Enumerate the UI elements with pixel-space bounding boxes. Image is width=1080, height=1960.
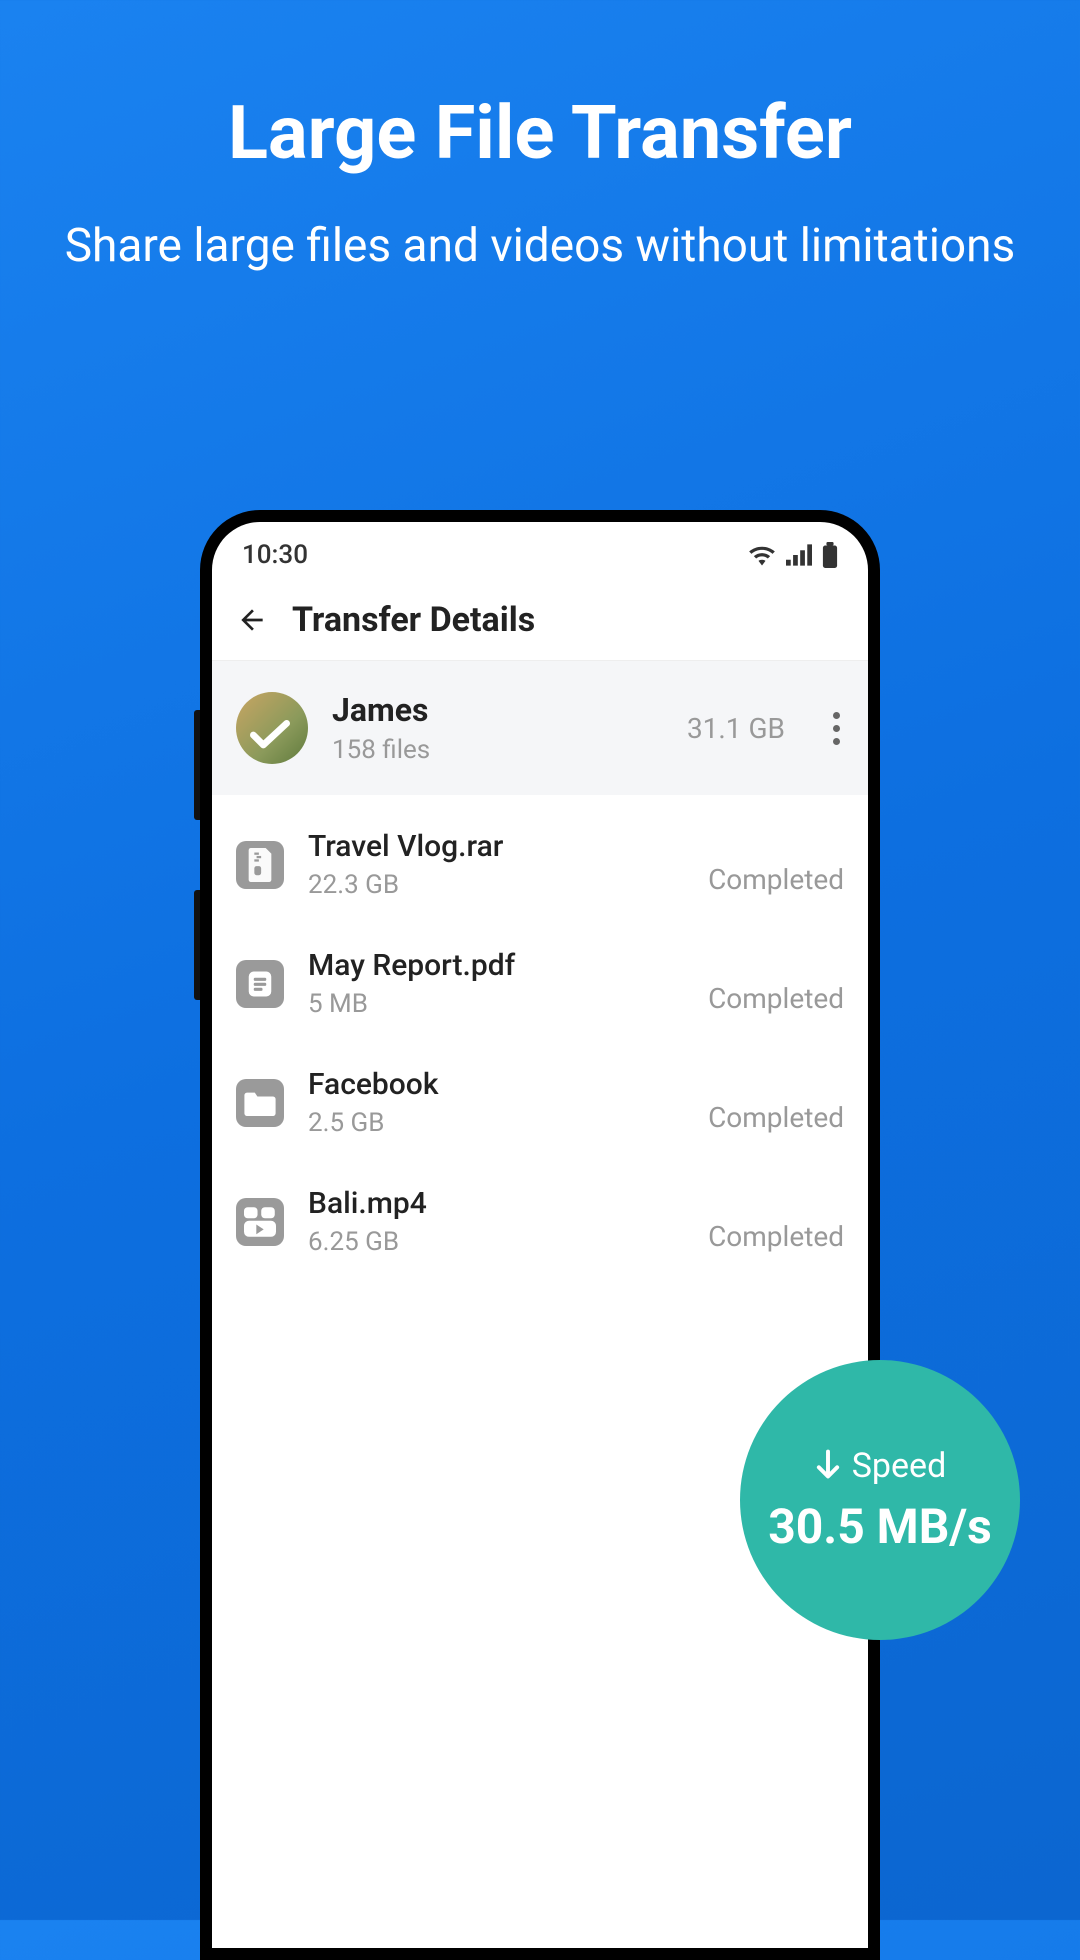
status-bar: 10:30 (212, 522, 868, 580)
file-info: Facebook 2.5 GB (308, 1067, 684, 1138)
file-row[interactable]: May Report.pdf 5 MB Completed (212, 924, 868, 1043)
user-file-count: 158 files (332, 735, 663, 765)
status-time: 10:30 (242, 540, 308, 570)
speed-value: 30.5 MB/s (768, 1498, 992, 1555)
user-name: James (332, 691, 663, 729)
file-size: 5 MB (308, 989, 684, 1019)
more-button[interactable] (829, 708, 844, 749)
document-icon (236, 960, 284, 1008)
file-name: May Report.pdf (308, 948, 684, 983)
status-icons (748, 542, 838, 568)
phone-volume-button (194, 710, 200, 820)
file-info: Travel Vlog.rar 22.3 GB (308, 829, 684, 900)
speed-badge: Speed 30.5 MB/s (740, 1360, 1020, 1640)
phone-screen: 10:30 (212, 522, 868, 1948)
user-summary-row[interactable]: James 158 files 31.1 GB (212, 661, 868, 795)
file-info: Bali.mp4 6.25 GB (308, 1186, 684, 1257)
file-status: Completed (708, 863, 844, 900)
file-row[interactable]: Travel Vlog.rar 22.3 GB Completed (212, 805, 868, 924)
promo-subtitle: Share large files and videos without lim… (0, 177, 1080, 277)
battery-icon (822, 542, 838, 568)
file-row[interactable]: Facebook 2.5 GB Completed (212, 1043, 868, 1162)
file-status: Completed (708, 1101, 844, 1138)
file-size: 6.25 GB (308, 1227, 684, 1257)
promo-title: Large File Transfer (0, 0, 1080, 177)
folder-icon (236, 1079, 284, 1127)
arrow-left-icon (236, 604, 268, 636)
phone-mockup: 10:30 (200, 510, 880, 1960)
video-icon (236, 1198, 284, 1246)
user-total-size: 31.1 GB (687, 712, 785, 745)
file-size: 22.3 GB (308, 870, 684, 900)
arrow-down-icon (814, 1449, 842, 1483)
file-list: Travel Vlog.rar 22.3 GB Completed May Re… (212, 795, 868, 1291)
speed-label: Speed (852, 1446, 947, 1486)
file-size: 2.5 GB (308, 1108, 684, 1138)
signal-icon (786, 544, 812, 566)
file-status: Completed (708, 1220, 844, 1257)
app-bar: Transfer Details (212, 580, 868, 661)
check-icon (250, 720, 290, 750)
file-row[interactable]: Bali.mp4 6.25 GB Completed (212, 1162, 868, 1281)
file-status: Completed (708, 982, 844, 1019)
wifi-icon (748, 544, 776, 566)
back-button[interactable] (236, 604, 268, 636)
user-info: James 158 files (332, 691, 663, 765)
avatar-wrapper (236, 692, 308, 764)
file-name: Facebook (308, 1067, 684, 1102)
page-title: Transfer Details (292, 600, 535, 640)
archive-icon (236, 841, 284, 889)
file-name: Travel Vlog.rar (308, 829, 684, 864)
phone-volume-button (194, 890, 200, 1000)
file-info: May Report.pdf 5 MB (308, 948, 684, 1019)
file-name: Bali.mp4 (308, 1186, 684, 1221)
